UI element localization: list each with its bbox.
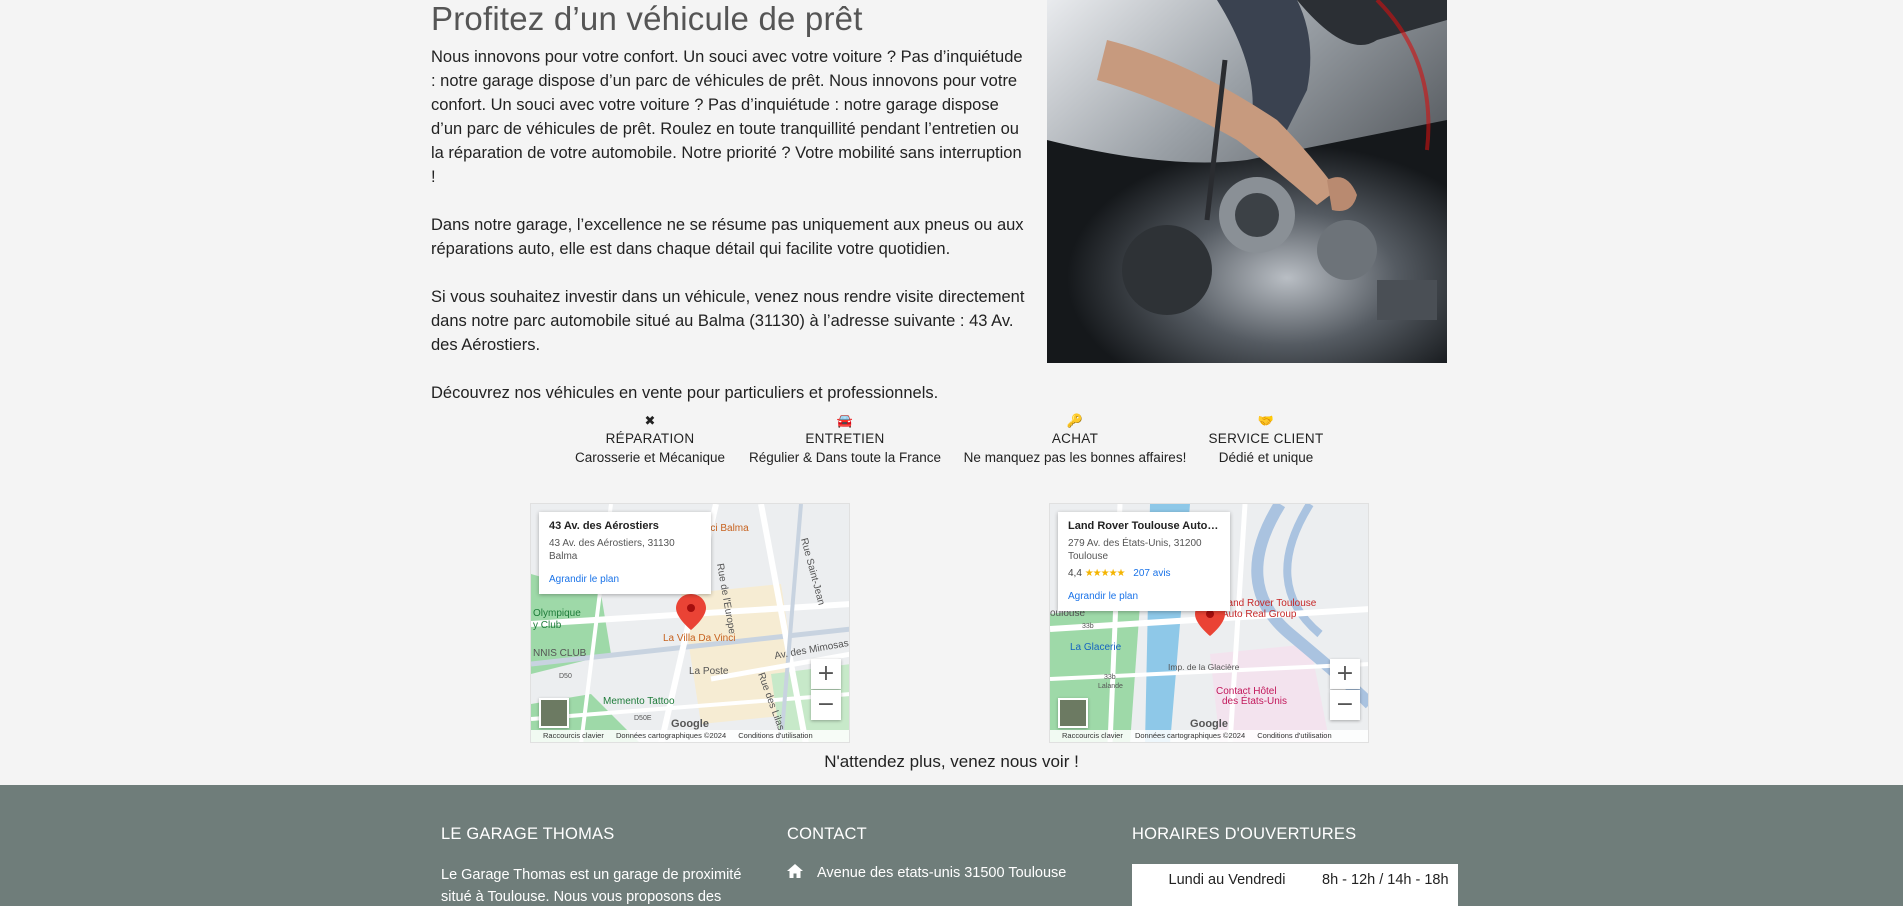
services-list: ✖ Réparation Carosserie et Mécanique 🚘 E… (0, 413, 1903, 473)
footer-about: Le Garage Thomas Le Garage Thomas est un… (441, 825, 771, 906)
map-label: D50 (559, 673, 572, 680)
enlarge-map-link[interactable]: Agrandir le plan (549, 573, 701, 586)
service-title: Achat (1051, 431, 1099, 446)
map-label: NNIS CLUB (533, 648, 587, 659)
service-subtitle: Régulier & Dans toute la France (748, 450, 942, 465)
car-icon: 🚘 (836, 413, 854, 428)
satellite-layer-button[interactable] (1058, 698, 1088, 728)
map-label: D50E (634, 715, 652, 722)
map-label: des États-Unis (1222, 694, 1287, 707)
map-label: Lalande (1098, 683, 1123, 690)
map-card-rating: 4,4 ★★★★★ 207 avis (1068, 567, 1220, 580)
hours-day: Lundi au Vendredi (1168, 872, 1286, 888)
call-to-action-text: N'attendez plus, venez nous voir ! (824, 752, 1079, 771)
keyboard-shortcuts-link[interactable]: Raccourcis clavier (1062, 731, 1123, 740)
map-info-card: Land Rover Toulouse Auto Ré... 279 Av. d… (1058, 512, 1230, 611)
service-title: Réparation (605, 431, 695, 446)
map-card-title: 43 Av. des Aérostiers (549, 520, 659, 532)
map-attribution: Raccourcis clavier Données cartographiqu… (531, 730, 849, 742)
keyboard-shortcuts-link[interactable]: Raccourcis clavier (543, 731, 604, 740)
intro-paragraph: Dans notre garage, l’excellence ne se ré… (431, 216, 1024, 258)
rating-value: 4,4 (1068, 568, 1082, 579)
section-title: Profitez d’un véhicule de prêt (431, 0, 863, 37)
reviews-link[interactable]: 207 avis (1133, 568, 1170, 579)
star-rating-icon: ★★★★★ (1084, 568, 1126, 579)
hours-row: Lundi au Vendredi 8h - 12h / 14h - 18h (1132, 864, 1458, 906)
service-item-entretien: 🚘 Entretien Régulier & Dans toute la Fra… (749, 413, 941, 465)
map-label: La Poste (689, 666, 729, 677)
wrench-screwdriver-icon: ✖ (644, 413, 656, 428)
map-label: La Villa Da Vinci (663, 633, 735, 644)
map-card-address: 43 Av. des Aérostiers, 31130 Balma (549, 538, 675, 562)
intro-paragraph: Découvrez nos véhicules en vente pour pa… (431, 384, 939, 402)
service-item-service-client: 🤝 Service Client Dédié et unique (1209, 413, 1324, 465)
service-subtitle: Dédié et unique (1218, 450, 1314, 465)
mechanic-photo (1047, 0, 1447, 363)
zoom-in-button[interactable]: + (811, 659, 841, 689)
map-label: Olympique (533, 608, 581, 619)
footer-about-text: Le Garage Thomas est un garage de proxim… (441, 867, 742, 905)
google-logo: Google (1190, 718, 1228, 730)
zoom-in-button[interactable]: + (1330, 659, 1360, 689)
contact-address-row: Avenue des etats-unis 31500 Toulouse (787, 864, 1066, 882)
home-icon (787, 864, 803, 882)
intro-text: Nous innovons pour votre confort. Un sou… (431, 45, 1029, 429)
key-icon: 🔑 (1066, 413, 1084, 428)
footer-contact: Contact Avenue des etats-unis 31500 Toul… (787, 825, 1066, 882)
satellite-layer-button[interactable] (539, 698, 569, 728)
service-subtitle: Ne manquez pas les bonnes affaires! (963, 450, 1187, 465)
map-info-card: 43 Av. des Aérostiers 43 Av. des Aérosti… (539, 512, 711, 594)
service-title: Entretien (805, 431, 885, 446)
site-footer: Le Garage Thomas Le Garage Thomas est un… (0, 785, 1903, 906)
map-label: Memento Tattoo (603, 696, 675, 707)
map-data-text: Données cartographiques ©2024 (1134, 731, 1246, 740)
map-data-text: Données cartographiques ©2024 (615, 731, 727, 740)
google-logo: Google (671, 718, 709, 730)
map-card-title: Land Rover Toulouse Auto Ré... (1068, 520, 1220, 532)
footer-hours-title: Horaires d'ouvertures (1132, 825, 1357, 843)
hours-time: 8h - 12h / 14h - 18h (1322, 872, 1449, 888)
service-item-achat: 🔑 Achat Ne manquez pas les bonnes affair… (964, 413, 1187, 465)
map-label: Auto Real Group (1222, 609, 1297, 620)
map-label: La Glacerie (1070, 642, 1122, 653)
map-card-address: 279 Av. des États-Unis, 31200 Toulouse (1068, 538, 1202, 562)
service-title: Service Client (1208, 431, 1324, 446)
footer-contact-title: Contact (787, 825, 867, 843)
map-label: Land Rover Toulouse (1222, 598, 1317, 609)
map-label: y Club (533, 620, 562, 631)
map-label: 33b (1104, 674, 1116, 681)
map-balma[interactable]: za Bonici Balma Rue de l'Europe Rue Sain… (530, 503, 850, 743)
map-toulouse[interactable]: Land Rover Toulouse Auto Real Group La G… (1049, 503, 1369, 743)
map-label: Imp. de la Glacière (1168, 662, 1240, 672)
service-item-reparation: ✖ Réparation Carosserie et Mécanique (575, 413, 725, 465)
handshake-icon: 🤝 (1257, 413, 1275, 428)
map-label: 33b (1082, 623, 1094, 630)
enlarge-map-link[interactable]: Agrandir le plan (1068, 590, 1220, 603)
zoom-out-button[interactable]: − (1330, 690, 1360, 720)
footer-hours: Horaires d'ouvertures Lundi au Vendredi … (1132, 825, 1458, 906)
terms-link[interactable]: Conditions d'utilisation (1257, 731, 1331, 740)
zoom-out-button[interactable]: − (811, 690, 841, 720)
terms-link[interactable]: Conditions d'utilisation (738, 731, 812, 740)
intro-paragraph: Nous innovons pour votre confort. Un sou… (431, 48, 1023, 186)
contact-address: Avenue des etats-unis 31500 Toulouse (817, 865, 1067, 881)
intro-paragraph: Si vous souhaitez investir dans un véhic… (431, 288, 1025, 354)
map-attribution: Raccourcis clavier Données cartographiqu… (1050, 730, 1368, 742)
footer-about-title: Le Garage Thomas (441, 825, 615, 843)
service-subtitle: Carosserie et Mécanique (574, 450, 726, 465)
